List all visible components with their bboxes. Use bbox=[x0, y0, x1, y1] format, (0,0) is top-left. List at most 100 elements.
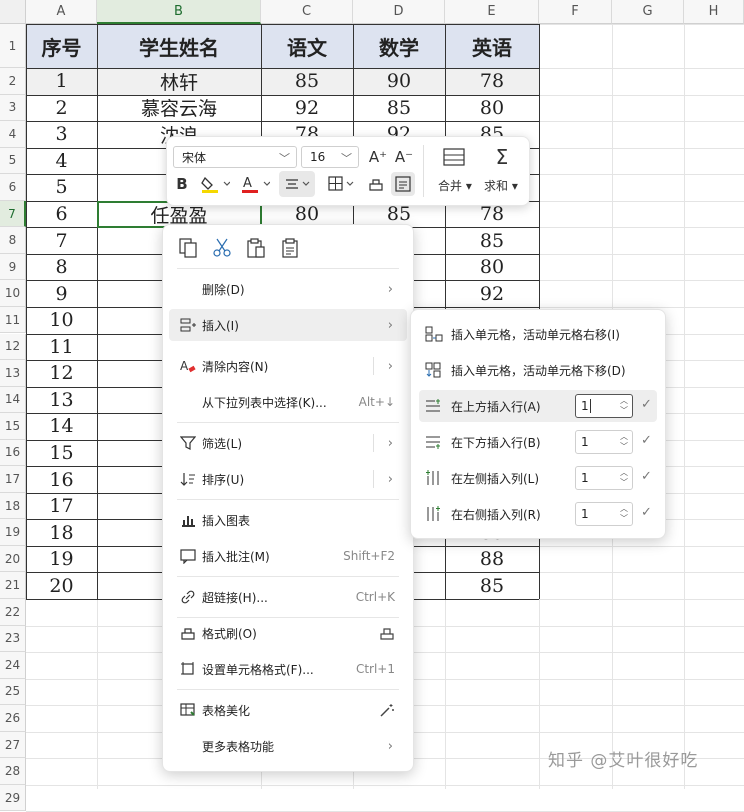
row-header[interactable]: 20 bbox=[0, 545, 26, 573]
menu-item-more[interactable]: 更多表格功能 › bbox=[169, 730, 407, 762]
submenu-item-shift-right[interactable]: 插入单元格，活动单元格右移(I) bbox=[419, 318, 657, 350]
table-cell[interactable]: 17 bbox=[26, 493, 97, 520]
table-cell[interactable]: 16 bbox=[26, 466, 97, 493]
menu-item-insert-chart[interactable]: 插入图表 bbox=[169, 504, 407, 536]
borders-button[interactable] bbox=[325, 173, 357, 195]
table-cell[interactable]: 85 bbox=[445, 572, 539, 599]
table-cell[interactable]: 13 bbox=[26, 387, 97, 414]
table-cell[interactable]: 80 bbox=[445, 254, 539, 281]
row-header[interactable]: 15 bbox=[0, 413, 26, 440]
row-header[interactable]: 21 bbox=[0, 572, 26, 599]
table-header-cell[interactable]: 学生姓名 bbox=[97, 24, 261, 68]
table-cell[interactable]: 7 bbox=[26, 227, 97, 254]
submenu-item-row-above[interactable]: 在上方插入行(A) 1 ︿ ﹀ ✓ bbox=[419, 390, 657, 422]
table-header-cell[interactable]: 数学 bbox=[353, 24, 445, 68]
menu-item-beautify[interactable]: 表格美化 bbox=[169, 694, 407, 726]
row-header[interactable]: 1 bbox=[0, 24, 26, 68]
row-header[interactable]: 25 bbox=[0, 678, 26, 706]
table-cell[interactable]: 20 bbox=[26, 572, 97, 599]
column-header[interactable]: E bbox=[445, 0, 539, 24]
table-cell[interactable]: 14 bbox=[26, 413, 97, 440]
submenu-item-row-below[interactable]: 在下方插入行(B) 1 ︿ ﹀ ✓ bbox=[419, 426, 657, 458]
table-cell[interactable]: 12 bbox=[26, 360, 97, 387]
submenu-item-shift-down[interactable]: 插入单元格，活动单元格下移(D) bbox=[419, 354, 657, 386]
check-icon[interactable]: ✓ bbox=[641, 505, 652, 520]
check-icon[interactable]: ✓ bbox=[641, 433, 652, 448]
column-header[interactable]: A bbox=[26, 0, 97, 24]
row-header[interactable]: 24 bbox=[0, 652, 26, 679]
table-cell[interactable]: 85 bbox=[261, 68, 353, 95]
align-center-button[interactable] bbox=[279, 171, 315, 197]
cell-style-button[interactable] bbox=[391, 172, 415, 196]
increase-font-button[interactable]: A⁺ bbox=[367, 146, 389, 168]
table-cell[interactable]: 15 bbox=[26, 440, 97, 467]
table-cell[interactable]: 2 bbox=[26, 95, 97, 122]
table-cell[interactable]: 19 bbox=[26, 546, 97, 573]
row-header[interactable]: 16 bbox=[0, 439, 26, 467]
row-header[interactable]: 10 bbox=[0, 280, 26, 307]
row-header[interactable]: 17 bbox=[0, 466, 26, 493]
row-header[interactable]: 13 bbox=[0, 360, 26, 387]
column-header[interactable]: D bbox=[353, 0, 445, 24]
merge-button[interactable] bbox=[439, 145, 469, 169]
menu-item-insert-comment[interactable]: 插入批注(M) Shift+F2 bbox=[169, 540, 407, 572]
row-header[interactable]: 3 bbox=[0, 94, 26, 122]
row-header[interactable]: 4 bbox=[0, 121, 26, 148]
decrease-font-button[interactable]: A⁻ bbox=[393, 146, 415, 168]
sum-label[interactable]: 求和 ▾ bbox=[484, 177, 518, 194]
bold-button[interactable]: B bbox=[171, 173, 193, 195]
sum-button[interactable]: Σ bbox=[487, 145, 517, 169]
table-cell[interactable]: 85 bbox=[445, 227, 539, 254]
copy-icon[interactable] bbox=[177, 237, 199, 259]
paste-special-icon[interactable] bbox=[279, 237, 301, 259]
menu-item-insert[interactable]: 插入(I) › bbox=[169, 309, 407, 341]
table-cell[interactable]: 6 bbox=[26, 201, 97, 228]
col-right-count-input[interactable]: 1 ︿ ﹀ bbox=[575, 502, 633, 526]
table-cell[interactable]: 11 bbox=[26, 334, 97, 361]
menu-item-sort[interactable]: 排序(U) › bbox=[169, 463, 407, 495]
paste-icon[interactable] bbox=[245, 237, 267, 259]
cut-icon[interactable] bbox=[211, 237, 233, 259]
column-header[interactable]: B bbox=[97, 0, 261, 24]
row-header[interactable]: 18 bbox=[0, 492, 26, 520]
row-header[interactable]: 5 bbox=[0, 147, 26, 175]
spin-arrows-icon[interactable]: ︿ ﹀ bbox=[620, 432, 628, 452]
format-painter-button[interactable] bbox=[365, 173, 387, 195]
row-header[interactable]: 27 bbox=[0, 731, 26, 759]
row-header[interactable]: 11 bbox=[0, 306, 26, 334]
col-left-count-input[interactable]: 1 ︿ ﹀ bbox=[575, 466, 633, 490]
table-cell[interactable]: 林轩 bbox=[97, 68, 261, 95]
font-size-select[interactable]: 16 ﹀ bbox=[301, 146, 359, 168]
table-cell[interactable]: 18 bbox=[26, 519, 97, 546]
row-header[interactable]: 14 bbox=[0, 386, 26, 414]
table-cell[interactable]: 慕容云海 bbox=[97, 95, 261, 122]
row-header[interactable]: 9 bbox=[0, 253, 26, 281]
column-header[interactable]: G bbox=[612, 0, 684, 24]
check-icon[interactable]: ✓ bbox=[641, 469, 652, 484]
row-header[interactable]: 2 bbox=[0, 68, 26, 95]
column-header[interactable]: F bbox=[539, 0, 612, 24]
row-header[interactable]: 19 bbox=[0, 519, 26, 546]
table-cell[interactable]: 8 bbox=[26, 254, 97, 281]
fill-color-button[interactable] bbox=[197, 173, 233, 195]
menu-item-pick-from-list[interactable]: 从下拉列表中选择(K)... Alt+↓ bbox=[169, 386, 407, 418]
check-icon[interactable]: ✓ bbox=[641, 397, 652, 412]
table-header-cell[interactable]: 英语 bbox=[445, 24, 539, 68]
column-header[interactable]: H bbox=[684, 0, 744, 24]
select-all-corner[interactable] bbox=[0, 0, 26, 24]
table-cell[interactable]: 5 bbox=[26, 174, 97, 201]
spin-arrows-icon[interactable]: ︿ ﹀ bbox=[620, 504, 628, 524]
font-name-select[interactable]: 宋体 ﹀ bbox=[173, 146, 297, 168]
submenu-item-col-left[interactable]: 在左侧插入列(L) 1 ︿ ﹀ ✓ bbox=[419, 462, 657, 494]
table-header-cell[interactable]: 序号 bbox=[26, 24, 97, 68]
row-header[interactable]: 28 bbox=[0, 758, 26, 785]
font-color-button[interactable]: A bbox=[237, 173, 273, 195]
row-header[interactable]: 23 bbox=[0, 625, 26, 653]
table-cell[interactable]: 92 bbox=[261, 95, 353, 122]
spin-arrows-icon[interactable]: ︿ ﹀ bbox=[620, 468, 628, 488]
row-header[interactable]: 7 bbox=[0, 200, 26, 228]
column-header[interactable]: C bbox=[261, 0, 353, 24]
row-header[interactable]: 22 bbox=[0, 599, 26, 626]
submenu-item-col-right[interactable]: 在右侧插入列(R) 1 ︿ ﹀ ✓ bbox=[419, 498, 657, 530]
menu-item-clear[interactable]: A 清除内容(N) › bbox=[169, 350, 407, 382]
